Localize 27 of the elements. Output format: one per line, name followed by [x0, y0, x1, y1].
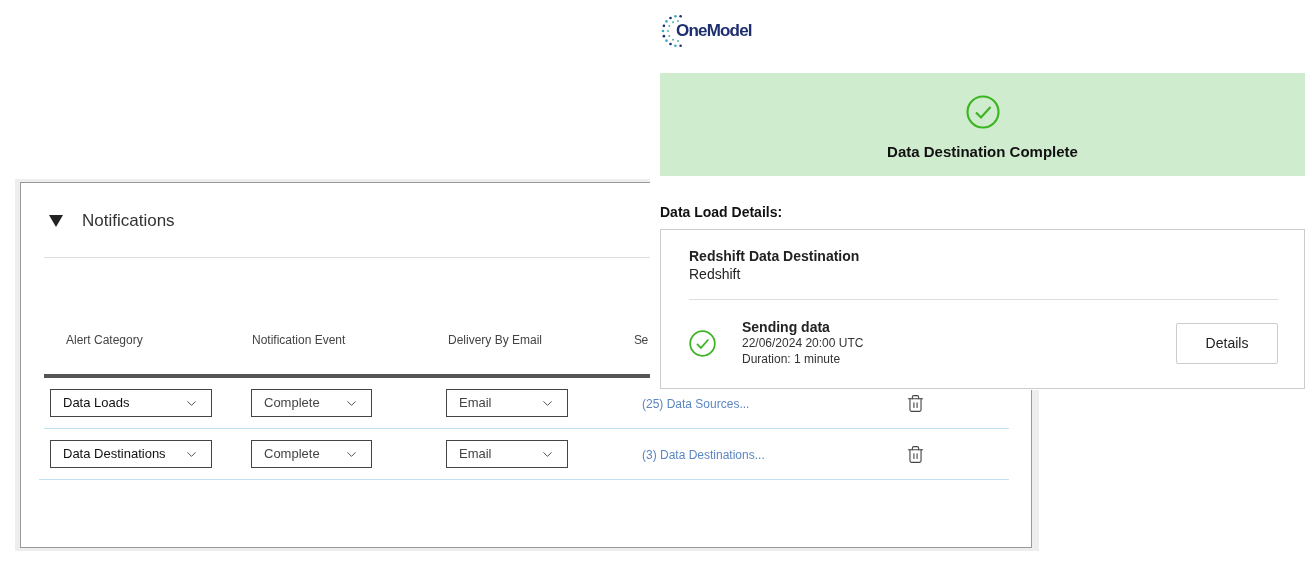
step-time: 22/06/2024 20:00 UTC: [742, 335, 864, 351]
destination-title: Redshift Data Destination: [689, 247, 861, 265]
column-header: Alert Category: [66, 332, 143, 349]
destination-type: Redshift: [689, 265, 742, 283]
banner-title: Data Destination Complete: [887, 142, 1078, 162]
dropdown[interactable]: Complete: [251, 389, 372, 417]
dropdown[interactable]: Data Loads: [50, 389, 212, 417]
dropdown[interactable]: Email: [446, 440, 568, 468]
step-duration: Duration: 1 minute: [742, 351, 842, 367]
check-circle-icon: [965, 95, 1000, 129]
dropdown[interactable]: Email: [446, 389, 568, 417]
selection-link[interactable]: (25) Data Sources...: [642, 397, 750, 411]
check-circle-icon: [689, 330, 716, 357]
details-button[interactable]: Details: [1176, 323, 1278, 364]
column-header: Notification Event: [252, 332, 346, 349]
details-heading: Data Load Details:: [660, 203, 784, 222]
trash-icon[interactable]: [906, 393, 925, 413]
section-title: Notifications: [82, 210, 175, 233]
step-title: Sending data: [742, 320, 831, 335]
trash-icon[interactable]: [906, 444, 925, 464]
column-header: Delivery By Email: [448, 332, 543, 349]
logo-text: OneModel: [676, 20, 752, 43]
dropdown[interactable]: Complete: [251, 440, 372, 468]
triangle-down-icon[interactable]: [49, 215, 63, 227]
dropdown[interactable]: Data Destinations: [50, 440, 212, 468]
selection-link[interactable]: (3) Data Destinations...: [642, 448, 765, 462]
column-header: Se: [634, 332, 648, 349]
